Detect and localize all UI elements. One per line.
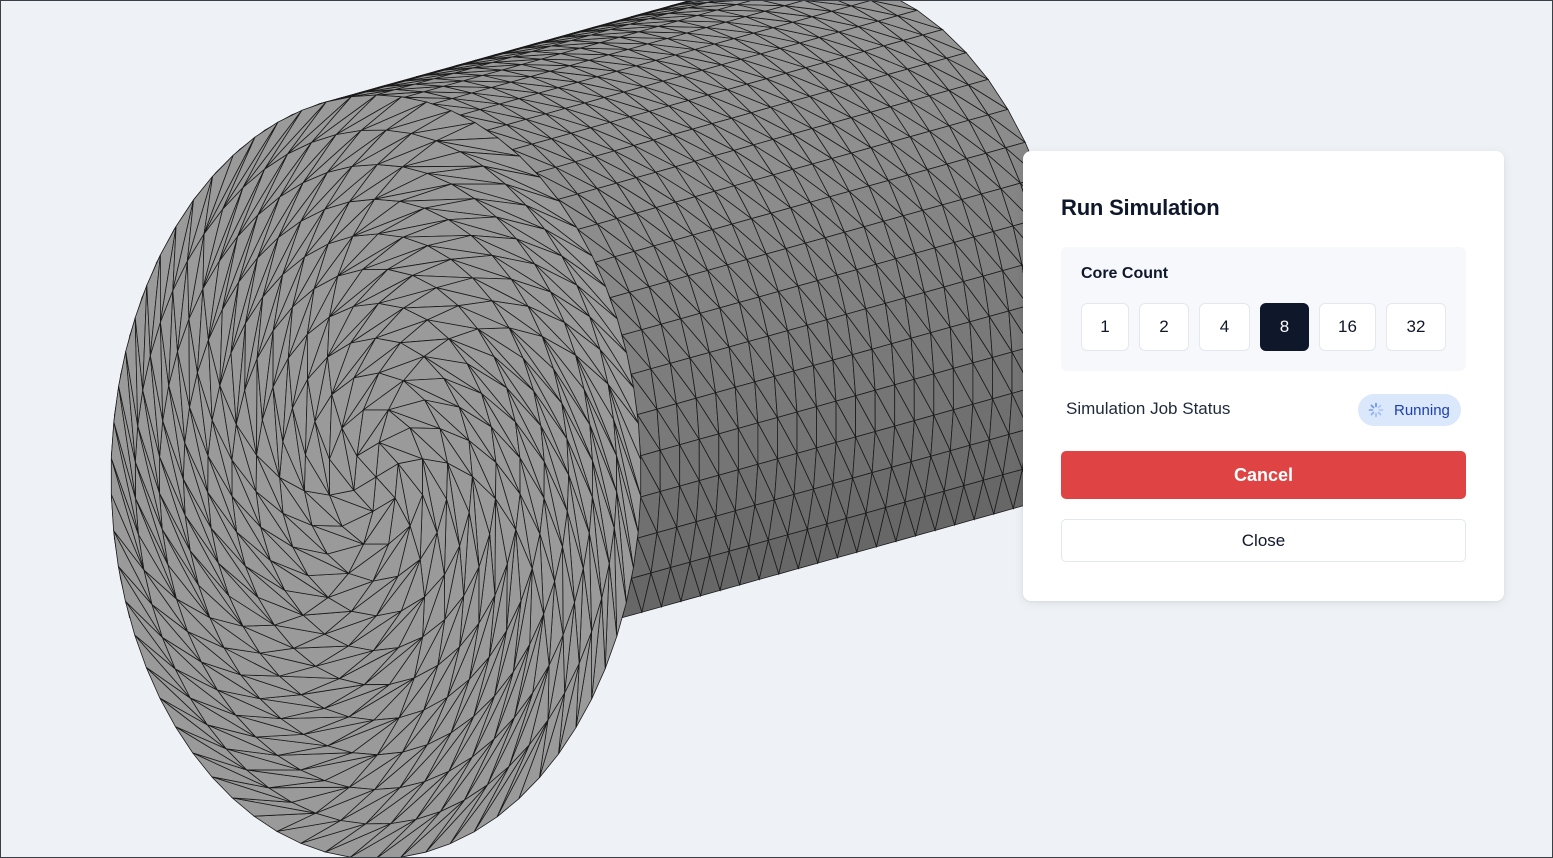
close-button[interactable]: Close [1061,519,1466,562]
app-window: Run Simulation Core Count 1 2 4 8 16 32 … [0,0,1553,858]
core-count-section: Core Count 1 2 4 8 16 32 [1061,247,1466,371]
core-option-8[interactable]: 8 [1260,303,1309,351]
status-value: Running [1394,401,1450,419]
status-badge: Running [1358,394,1461,426]
run-simulation-dialog: Run Simulation Core Count 1 2 4 8 16 32 … [1023,151,1504,601]
core-count-label: Core Count [1081,265,1169,282]
spinner-icon [1368,402,1384,418]
core-option-16[interactable]: 16 [1319,303,1376,351]
dialog-title: Run Simulation [1061,195,1220,220]
core-option-32[interactable]: 32 [1386,303,1446,351]
core-option-2[interactable]: 2 [1139,303,1189,351]
core-option-1[interactable]: 1 [1081,303,1129,351]
core-option-4[interactable]: 4 [1199,303,1250,351]
cancel-button[interactable]: Cancel [1061,451,1466,499]
cylinder-front-cap [110,94,642,857]
job-status-label: Simulation Job Status [1066,399,1231,418]
